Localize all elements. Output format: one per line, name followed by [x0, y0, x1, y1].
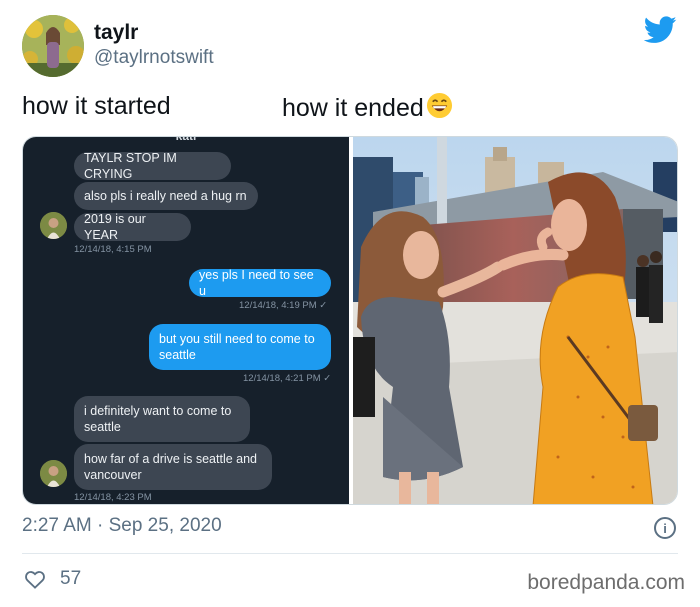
chat-timestamp: 12/14/18, 4:19 PM ✓: [239, 300, 328, 311]
chat-message-outgoing: but you still need to come to seattle: [149, 324, 331, 370]
caption-how-it-ended: how it ended: [282, 92, 453, 126]
twitter-bird-icon[interactable]: [644, 16, 677, 44]
chat-timestamp: 12/14/18, 4:23 PM: [74, 492, 152, 503]
author-display-name[interactable]: taylr: [94, 21, 138, 45]
chat-contact-avatar: [40, 460, 67, 487]
chat-timestamp: 12/14/18, 4:15 PM: [74, 244, 152, 255]
like-count[interactable]: 57: [60, 568, 81, 590]
divider: [22, 553, 678, 554]
info-icon[interactable]: i: [654, 517, 676, 539]
chat-contact-avatar: [40, 212, 67, 239]
grinning-emoji-icon: [426, 92, 453, 126]
reunion-photo: [353, 137, 677, 504]
tweet-media[interactable]: kati TAYLR STOP IM CRYING also pls i rea…: [22, 136, 678, 505]
caption-how-it-started: how it started: [22, 92, 171, 120]
chat-timestamp: 12/14/18, 4:21 PM ✓: [243, 373, 332, 384]
chat-screenshot: kati TAYLR STOP IM CRYING also pls i rea…: [23, 136, 349, 504]
caption-how-it-ended-text: how it ended: [282, 94, 424, 122]
chat-contact-name: kati: [175, 136, 197, 143]
chat-message-outgoing: yes pls I need to see u: [189, 268, 331, 298]
tweet-card: taylr @taylrnotswift how it started how …: [0, 0, 700, 607]
author-handle[interactable]: @taylrnotswift: [94, 47, 214, 69]
chat-message-incoming: also pls i really need a hug rn: [74, 182, 258, 210]
chat-message-incoming: i definitely want to come to seattle: [74, 396, 250, 442]
chat-message-incoming: how far of a drive is seattle and vancou…: [74, 444, 272, 490]
chat-message-incoming: 2019 is our YEAR: [74, 212, 191, 242]
chat-message-incoming: TAYLR STOP IM CRYING: [74, 151, 231, 181]
photo-illustration: [353, 137, 677, 504]
watermark: boredpanda.com: [527, 571, 685, 594]
heart-icon[interactable]: [24, 569, 46, 589]
tweet-timestamp[interactable]: 2:27 AM · Sep 25, 2020: [22, 515, 222, 537]
author-avatar[interactable]: [22, 15, 84, 77]
